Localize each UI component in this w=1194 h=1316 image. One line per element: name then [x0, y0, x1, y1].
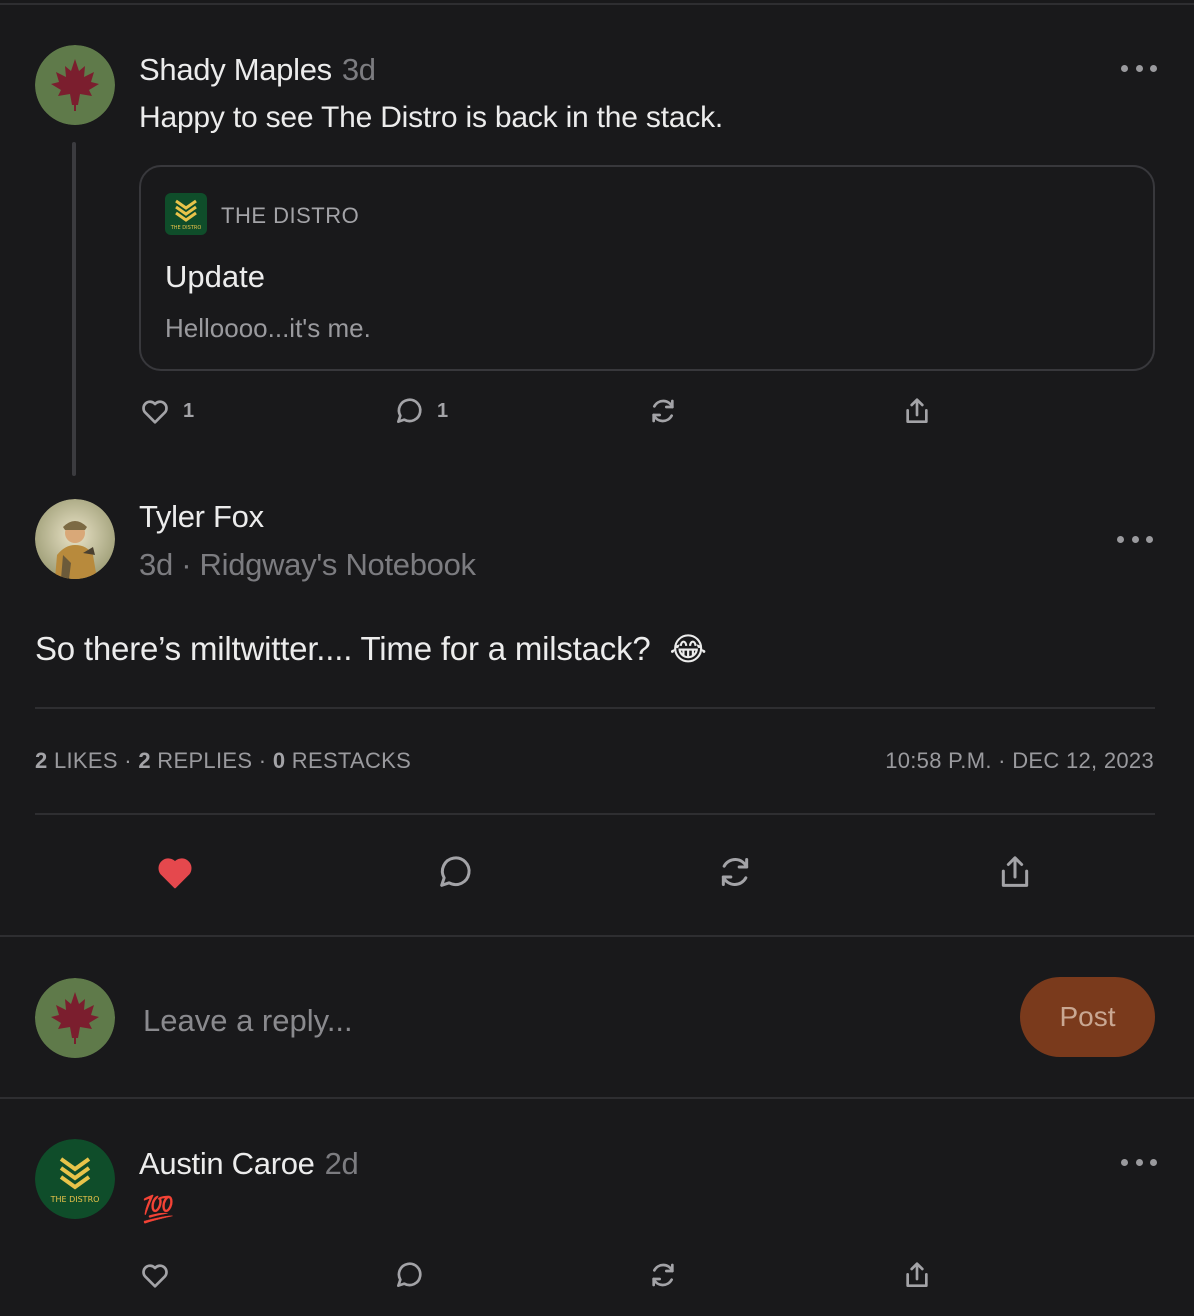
post-button[interactable]: Post	[1020, 977, 1155, 1057]
share-icon	[906, 398, 928, 423]
avatar-tyler-fox[interactable]	[35, 499, 115, 579]
share-icon	[906, 1262, 928, 1287]
avatar-austin-caroe[interactable]: THE DISTRO	[35, 1139, 115, 1219]
comment-author-line: Austin Caroe 2d	[139, 1146, 359, 1182]
avatar-shady-maples[interactable]	[35, 45, 115, 125]
restack-button[interactable]	[647, 1259, 679, 1291]
like-count: 1	[183, 399, 195, 422]
publication-name: THE DISTRO	[221, 203, 360, 228]
reply-button[interactable]	[393, 1259, 425, 1291]
svg-text:THE DISTRO: THE DISTRO	[170, 225, 202, 231]
comment-time: 3d	[341, 52, 376, 87]
divider	[35, 707, 1155, 709]
hundred-points-emoji-icon: 💯	[142, 1194, 175, 1224]
heart-icon	[158, 858, 192, 889]
divider	[0, 1097, 1194, 1099]
chevrons-icon: THE DISTRO	[165, 193, 207, 235]
post-stats: 2 LIKES · 2 REPLIES · 0 RESTACKS	[35, 748, 412, 773]
comment-author-line: Shady Maples 3d	[139, 52, 376, 88]
like-button[interactable]	[139, 1259, 171, 1291]
comment-icon	[397, 398, 422, 423]
heart-icon	[142, 400, 168, 424]
author-name[interactable]: Austin Caroe	[139, 1146, 315, 1181]
publication-logo: THE DISTRO	[165, 193, 207, 235]
post-text-line: So there’s miltwitter.... Time for a mil…	[35, 630, 707, 668]
restack-icon	[721, 858, 749, 886]
quoted-post-subtitle: Helloooo...it's me.	[165, 313, 371, 343]
more-options-icon[interactable]	[1117, 533, 1153, 545]
svg-text:THE DISTRO: THE DISTRO	[50, 1195, 100, 1204]
like-button[interactable]: 1	[139, 395, 194, 427]
likes-label[interactable]: LIKES	[54, 748, 118, 773]
reply-button[interactable]	[435, 852, 475, 892]
restacks-count[interactable]: 0	[273, 748, 286, 773]
reply-count: 1	[437, 399, 449, 422]
heart-icon	[142, 1264, 168, 1288]
like-button-active[interactable]	[155, 852, 195, 892]
quoted-post-card[interactable]: THE DISTRO THE DISTRO Update Helloooo...…	[139, 165, 1155, 371]
thread-line	[72, 142, 76, 476]
comment-text: Happy to see The Distro is back in the s…	[139, 101, 724, 134]
post-text: So there’s miltwitter.... Time for a mil…	[35, 630, 651, 667]
restack-icon	[652, 399, 674, 423]
share-button[interactable]	[901, 1259, 933, 1291]
top-divider	[0, 3, 1194, 5]
replies-count[interactable]: 2	[138, 748, 151, 773]
comment-icon	[397, 1262, 422, 1287]
likes-count[interactable]: 2	[35, 748, 48, 773]
reply-button[interactable]: 1	[393, 395, 448, 427]
restack-icon	[652, 1263, 674, 1287]
post-author-name[interactable]: Tyler Fox	[139, 499, 264, 535]
laughing-emoji-icon: 😂	[669, 631, 707, 667]
restacks-label[interactable]: RESTACKS	[292, 748, 411, 773]
chevrons-icon: THE DISTRO	[35, 1139, 115, 1219]
divider	[0, 935, 1194, 937]
comment-icon	[440, 856, 471, 887]
restack-button[interactable]	[715, 852, 755, 892]
more-options-icon[interactable]	[1121, 1156, 1157, 1168]
divider	[35, 813, 1155, 815]
reply-input[interactable]	[143, 996, 963, 1046]
avatar-current-user	[35, 978, 115, 1058]
maple-leaf-icon	[35, 978, 115, 1058]
share-icon	[1001, 856, 1029, 887]
share-button[interactable]	[995, 852, 1035, 892]
comment-time: 2d	[324, 1146, 359, 1181]
more-options-icon[interactable]	[1121, 62, 1157, 74]
post-meta[interactable]: 3d · Ridgway's Notebook	[139, 547, 476, 583]
maple-leaf-icon	[35, 45, 115, 125]
post-timestamp: 10:58 P.M. · DEC 12, 2023	[885, 748, 1154, 773]
restack-button[interactable]	[647, 395, 679, 427]
author-name[interactable]: Shady Maples	[139, 52, 332, 87]
quoted-post-title: Update	[165, 259, 265, 294]
replies-label[interactable]: REPLIES	[157, 748, 252, 773]
share-button[interactable]	[901, 395, 933, 427]
